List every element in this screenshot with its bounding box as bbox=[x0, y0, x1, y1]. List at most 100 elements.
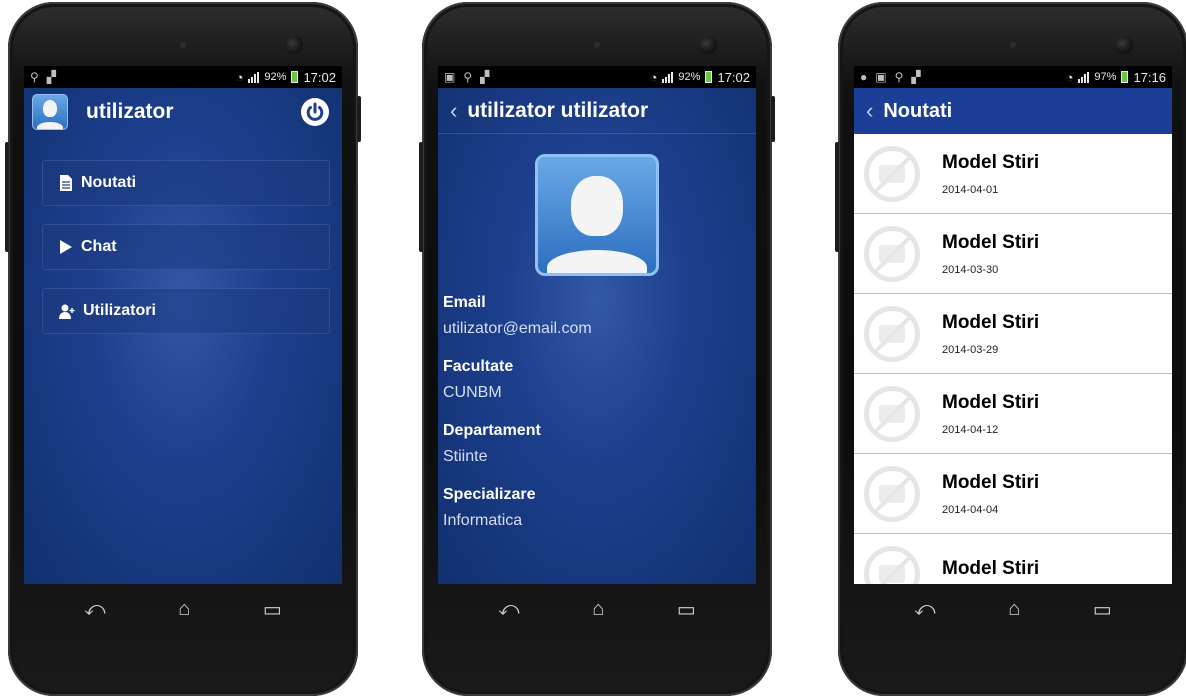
recents-nav-icon[interactable]: ▭ bbox=[263, 597, 282, 622]
list-item[interactable]: Model Stiri 2014-04-04 bbox=[854, 454, 1172, 534]
battery-icon bbox=[291, 71, 299, 83]
volume-button bbox=[835, 142, 839, 252]
front-camera bbox=[1115, 36, 1133, 54]
speaker bbox=[180, 42, 186, 48]
system-nav-bar: ⤺ ⌂ ▭ bbox=[8, 584, 358, 634]
back-nav-icon[interactable]: ⤺ bbox=[84, 598, 105, 621]
menu-item-utilizatori[interactable]: Utilizatori bbox=[42, 288, 330, 334]
screen: ● ▣ ⚲ ▞ ◔ 97% 17:16 ‹ Noutati Model Stiri 20… bbox=[854, 66, 1172, 584]
home-nav-icon[interactable]: ⌂ bbox=[592, 598, 604, 621]
no-image-icon bbox=[864, 465, 920, 522]
signal-icon bbox=[248, 71, 260, 83]
back-nav-icon[interactable]: ⤺ bbox=[914, 598, 935, 621]
app-bar[interactable]: ‹ utilizator utilizator bbox=[438, 88, 756, 134]
usb-icon: ⚲ bbox=[894, 70, 904, 84]
document-icon bbox=[60, 175, 72, 191]
speaker bbox=[1010, 42, 1016, 48]
list-item[interactable]: Model Stiri bbox=[854, 534, 1172, 584]
phone-news: ● ▣ ⚲ ▞ ◔ 97% 17:16 ‹ Noutati Model Stiri 20… bbox=[835, 2, 1186, 696]
add-user-icon bbox=[59, 304, 75, 319]
news-title: Model Stiri bbox=[942, 231, 1040, 253]
system-nav-bar: ⤺ ⌂ ▭ bbox=[422, 584, 772, 634]
recents-nav-icon[interactable]: ▭ bbox=[677, 597, 696, 622]
list-item[interactable]: Model Stiri 2014-03-30 bbox=[854, 214, 1172, 294]
news-title: Model Stiri bbox=[942, 151, 1040, 173]
no-image-icon bbox=[864, 385, 920, 442]
menu-item-chat[interactable]: Chat bbox=[42, 224, 330, 270]
screen: ⚲ ▞ ◔ 92% 17:02 utilizator Noutati Chat … bbox=[24, 66, 342, 584]
android-icon: ▞ bbox=[911, 70, 921, 84]
email-value: utilizator@email.com bbox=[443, 320, 592, 337]
recents-nav-icon[interactable]: ▭ bbox=[1093, 597, 1112, 622]
wifi-icon: ◔ bbox=[649, 69, 658, 85]
news-title: Model Stiri bbox=[942, 557, 1040, 579]
volume-button bbox=[5, 142, 9, 252]
home-nav-icon[interactable]: ⌂ bbox=[1008, 598, 1020, 621]
signal-icon bbox=[1078, 71, 1090, 83]
specializare-label: Specializare bbox=[443, 486, 536, 503]
gallery-icon: ▣ bbox=[875, 70, 887, 84]
news-date: 2014-04-04 bbox=[942, 503, 999, 516]
back-chevron-icon[interactable]: ‹ bbox=[450, 98, 457, 124]
menu-item-label: Noutati bbox=[81, 174, 137, 191]
departament-label: Departament bbox=[443, 422, 541, 439]
menu-item-noutati[interactable]: Noutati bbox=[42, 160, 330, 206]
back-chevron-icon[interactable]: ‹ bbox=[866, 98, 873, 124]
news-date: 2014-04-12 bbox=[942, 423, 999, 436]
usb-icon: ⚲ bbox=[463, 70, 473, 84]
facultate-value: CUNBM bbox=[443, 384, 502, 401]
news-date: 2014-03-29 bbox=[942, 343, 999, 356]
signal-icon bbox=[662, 71, 674, 83]
speaker bbox=[594, 42, 600, 48]
message-icon: ● bbox=[860, 70, 868, 84]
system-nav-bar: ⤺ ⌂ ▭ bbox=[838, 584, 1186, 634]
power-icon[interactable] bbox=[300, 97, 330, 127]
page-title: utilizator bbox=[86, 100, 174, 123]
home-nav-icon[interactable]: ⌂ bbox=[178, 598, 190, 621]
phone-menu: ⚲ ▞ ◔ 92% 17:02 utilizator Noutati Chat … bbox=[5, 2, 361, 696]
front-camera bbox=[699, 36, 717, 54]
list-item[interactable]: Model Stiri 2014-04-12 bbox=[854, 374, 1172, 454]
app-bar[interactable]: ‹ Noutati bbox=[854, 88, 1172, 134]
news-date: 2014-03-30 bbox=[942, 263, 999, 276]
android-icon: ▞ bbox=[480, 70, 490, 84]
email-label: Email bbox=[443, 294, 486, 311]
back-nav-icon[interactable]: ⤺ bbox=[498, 598, 519, 621]
page-title: utilizator utilizator bbox=[467, 98, 649, 122]
facultate-label: Facultate bbox=[443, 358, 514, 375]
wifi-icon: ◔ bbox=[235, 69, 244, 85]
gallery-icon: ▣ bbox=[444, 70, 456, 84]
no-image-icon bbox=[864, 225, 920, 282]
battery-icon bbox=[705, 71, 713, 83]
no-image-icon bbox=[864, 145, 920, 202]
list-item[interactable]: Model Stiri 2014-03-29 bbox=[854, 294, 1172, 374]
status-bar: ▣ ⚲ ▞ ◔ 92% 17:02 bbox=[438, 66, 756, 88]
no-image-icon bbox=[864, 305, 920, 362]
power-button bbox=[357, 96, 361, 142]
profile-fields: Email utilizator@email.com Facultate CUN… bbox=[438, 294, 756, 530]
news-date: 2014-04-01 bbox=[942, 183, 999, 196]
battery-percent: 92% bbox=[264, 71, 287, 83]
status-bar: ⚲ ▞ ◔ 92% 17:02 bbox=[24, 66, 342, 88]
no-image-icon bbox=[864, 545, 920, 584]
battery-icon bbox=[1121, 71, 1129, 83]
usb-icon: ⚲ bbox=[30, 70, 39, 84]
departament-value: Stiinte bbox=[443, 448, 488, 465]
battery-percent: 92% bbox=[678, 71, 701, 83]
news-title: Model Stiri bbox=[942, 311, 1040, 333]
list-item[interactable]: Model Stiri 2014-04-01 bbox=[854, 134, 1172, 214]
power-button bbox=[771, 96, 775, 142]
front-camera bbox=[285, 36, 303, 54]
battery-percent: 97% bbox=[1094, 71, 1117, 83]
app-bar: utilizator bbox=[24, 88, 342, 136]
clock: 17:16 bbox=[1133, 69, 1166, 85]
news-title: Model Stiri bbox=[942, 471, 1040, 493]
page-title: Noutati bbox=[883, 99, 953, 122]
specializare-value: Informatica bbox=[443, 512, 523, 529]
menu-item-label: Utilizatori bbox=[83, 302, 156, 319]
clock: 17:02 bbox=[717, 69, 750, 85]
avatar[interactable] bbox=[32, 94, 68, 130]
status-bar: ● ▣ ⚲ ▞ ◔ 97% 17:16 bbox=[854, 66, 1172, 88]
play-icon bbox=[60, 240, 72, 254]
phone-profile: ▣ ⚲ ▞ ◔ 92% 17:02 ‹ utilizator utilizator … bbox=[419, 2, 775, 696]
